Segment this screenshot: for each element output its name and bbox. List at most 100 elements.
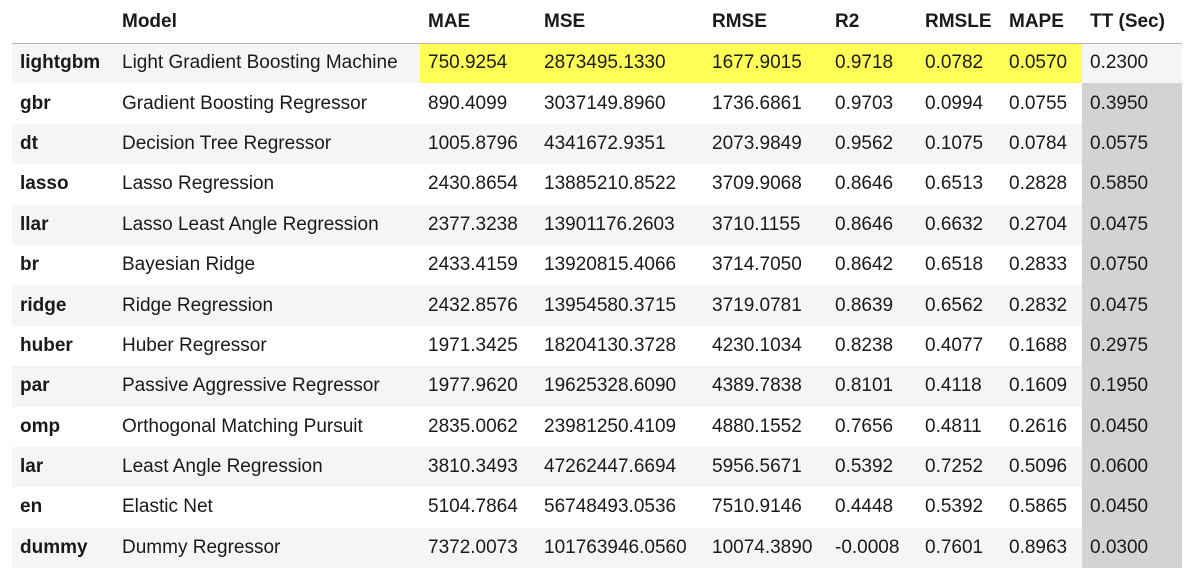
row-id: llar [20, 213, 49, 235]
cell-rmse: 3709.9068 [712, 173, 802, 195]
cell-mse: 3037149.8960 [544, 92, 666, 114]
cell-rmsle: 0.4077 [925, 334, 984, 356]
table-row: ridge Ridge Regression 2432.8576 1395458… [12, 285, 1182, 326]
cell-r2: 0.5392 [835, 456, 894, 478]
cell-rmse: 3719.0781 [712, 294, 802, 316]
cell-model: Bayesian Ridge [122, 254, 256, 276]
cell-mape: 0.0570 [1001, 43, 1082, 84]
model-comparison-table: Model MAE MSE RMSE R2 RMSLE MAPE TT (Sec… [12, 2, 1182, 569]
cell-mse: 2873495.1330 [536, 43, 704, 84]
cell-model: Huber Regressor [122, 334, 267, 356]
cell-mse: 101763946.0560 [544, 536, 687, 558]
cell-tt: 0.0600 [1082, 446, 1182, 488]
table-row: en Elastic Net 5104.7864 56748493.0536 7… [12, 487, 1182, 528]
cell-rmse: 3710.1155 [712, 213, 801, 235]
row-id: lar [20, 456, 44, 478]
cell-rmsle: 0.5392 [925, 496, 984, 518]
header-mae: MAE [420, 2, 536, 44]
cell-mape: 0.2832 [1009, 294, 1068, 316]
cell-mse: 47262447.6694 [544, 456, 677, 478]
cell-mse: 13885210.8522 [544, 173, 677, 195]
cell-rmse: 4880.1552 [712, 415, 802, 437]
table-row: lasso Lasso Regression 2430.8654 1388521… [12, 164, 1182, 205]
cell-mse: 19625328.6090 [544, 375, 677, 397]
row-id: lightgbm [20, 52, 101, 74]
header-r2: R2 [827, 2, 917, 44]
cell-mae: 1977.9620 [428, 375, 518, 397]
cell-r2: -0.0008 [835, 536, 900, 558]
row-id: par [20, 375, 50, 397]
row-id: en [20, 496, 43, 518]
row-id: lasso [20, 173, 69, 195]
cell-r2: 0.8642 [835, 254, 894, 276]
header-model: Model [114, 2, 420, 44]
cell-model: Elastic Net [122, 496, 213, 518]
cell-tt: 0.2300 [1090, 52, 1149, 74]
table-row: lar Least Angle Regression 3810.3493 472… [12, 446, 1182, 488]
cell-rmse: 1736.6861 [712, 92, 802, 114]
cell-model: Ridge Regression [122, 294, 274, 316]
cell-mape: 0.0755 [1009, 92, 1068, 114]
results-output: Model MAE MSE RMSE R2 RMSLE MAPE TT (Sec… [0, 0, 1200, 579]
cell-rmsle: 0.1075 [925, 132, 984, 154]
row-id: br [20, 254, 39, 276]
table-row: llar Lasso Least Angle Regression 2377.3… [12, 204, 1182, 245]
cell-model: Orthogonal Matching Pursuit [122, 415, 363, 437]
cell-r2: 0.8639 [835, 294, 894, 316]
cell-model: Lasso Regression [122, 173, 275, 195]
header-index [12, 2, 114, 44]
row-id: dummy [20, 536, 88, 558]
table-header: Model MAE MSE RMSE R2 RMSLE MAPE TT (Sec… [12, 2, 1182, 44]
cell-rmsle: 0.6518 [925, 254, 984, 276]
cell-tt: 0.5850 [1082, 164, 1182, 205]
cell-mape: 0.1609 [1009, 375, 1068, 397]
row-id: gbr [20, 92, 51, 114]
cell-tt: 0.3950 [1082, 83, 1182, 124]
cell-mape: 0.8963 [1009, 536, 1068, 558]
cell-rmse: 7510.9146 [712, 496, 802, 518]
cell-model: Least Angle Regression [122, 456, 323, 478]
cell-tt: 0.0575 [1082, 123, 1182, 165]
table-row: par Passive Aggressive Regressor 1977.96… [12, 366, 1182, 407]
cell-rmse: 4389.7838 [712, 375, 802, 397]
cell-mae: 7372.0073 [428, 536, 518, 558]
cell-rmsle: 0.0782 [917, 43, 1001, 84]
cell-model: Decision Tree Regressor [122, 132, 332, 154]
cell-mae: 3810.3493 [428, 456, 518, 478]
cell-rmsle: 0.4118 [925, 375, 982, 397]
table-body: lightgbm Light Gradient Boosting Machine… [12, 43, 1182, 569]
cell-r2: 0.9703 [835, 92, 894, 114]
cell-rmse: 2073.9849 [712, 132, 802, 154]
cell-model: Light Gradient Boosting Machine [122, 52, 398, 74]
row-id: ridge [20, 294, 67, 316]
cell-r2: 0.8238 [835, 334, 894, 356]
cell-mape: 0.0784 [1009, 132, 1068, 154]
header-rmsle: RMSLE [917, 2, 1001, 44]
table-row: br Bayesian Ridge 2433.4159 13920815.406… [12, 244, 1182, 286]
cell-mse: 23981250.4109 [544, 415, 677, 437]
cell-tt: 0.0750 [1082, 244, 1182, 286]
cell-mae: 1005.8796 [428, 132, 518, 154]
cell-tt: 0.1950 [1082, 366, 1182, 407]
table-row: lightgbm Light Gradient Boosting Machine… [12, 43, 1182, 84]
cell-r2: 0.8101 [835, 375, 894, 397]
cell-rmse: 3714.7050 [712, 254, 802, 276]
table-row: dummy Dummy Regressor 7372.0073 10176394… [12, 527, 1182, 569]
cell-model: Gradient Boosting Regressor [122, 92, 368, 114]
cell-r2: 0.4448 [835, 496, 894, 518]
cell-mse: 56748493.0536 [544, 496, 677, 518]
cell-model: Dummy Regressor [122, 536, 281, 558]
table-row: dt Decision Tree Regressor 1005.8796 434… [12, 123, 1182, 165]
cell-r2: 0.8646 [835, 173, 894, 195]
row-id: dt [20, 132, 38, 154]
cell-mse: 18204130.3728 [544, 334, 677, 356]
cell-mae: 2432.8576 [428, 294, 518, 316]
cell-rmsle: 0.7252 [925, 456, 984, 478]
cell-tt: 0.0475 [1082, 204, 1182, 245]
cell-mape: 0.2833 [1009, 254, 1068, 276]
cell-mse: 13954580.3715 [544, 294, 677, 316]
cell-rmse: 5956.5671 [712, 456, 802, 478]
cell-rmsle: 0.6632 [925, 213, 984, 235]
cell-mse: 13901176.2603 [544, 213, 675, 235]
cell-mape: 0.2616 [1009, 415, 1068, 437]
